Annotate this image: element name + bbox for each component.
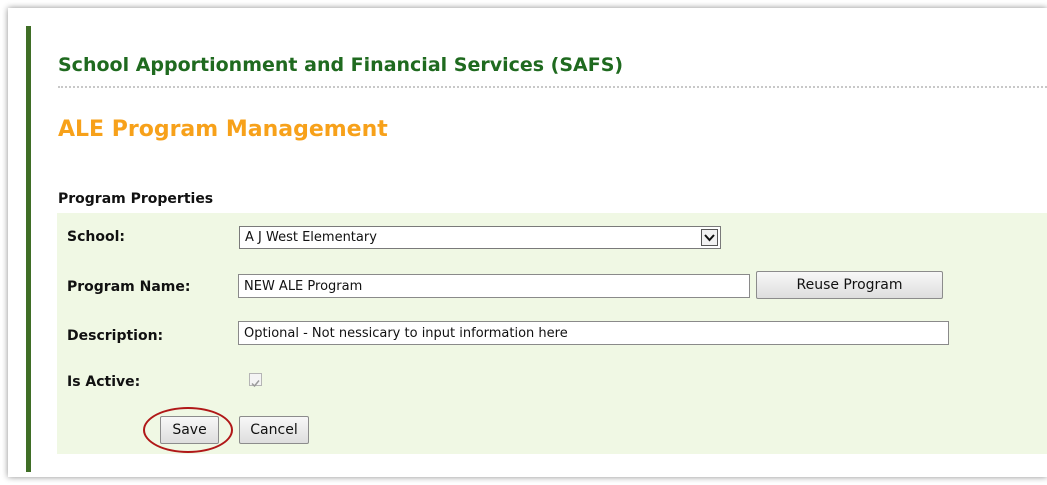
is-active-label: Is Active:: [67, 374, 141, 390]
description-input[interactable]: [238, 321, 949, 345]
program-name-input[interactable]: [238, 274, 750, 298]
description-label: Description:: [67, 328, 164, 344]
section-heading: Program Properties: [58, 191, 214, 207]
checkmark-icon: [251, 380, 260, 388]
is-active-checkbox[interactable]: [249, 373, 262, 388]
chevron-down-glyph: [704, 234, 715, 242]
program-name-label: Program Name:: [67, 279, 191, 295]
chevron-down-icon[interactable]: [701, 229, 718, 246]
school-label: School:: [67, 229, 125, 245]
cancel-button[interactable]: Cancel: [239, 416, 309, 444]
title-divider: [58, 86, 1047, 88]
site-title: School Apportionment and Financial Servi…: [58, 54, 624, 76]
accent-bar: [26, 26, 31, 472]
reuse-program-button[interactable]: Reuse Program: [756, 271, 943, 299]
school-select-value: A J West Elementary: [245, 230, 377, 245]
page-title: ALE Program Management: [58, 117, 388, 142]
school-select[interactable]: A J West Elementary: [239, 226, 721, 249]
save-button[interactable]: Save: [160, 416, 219, 444]
